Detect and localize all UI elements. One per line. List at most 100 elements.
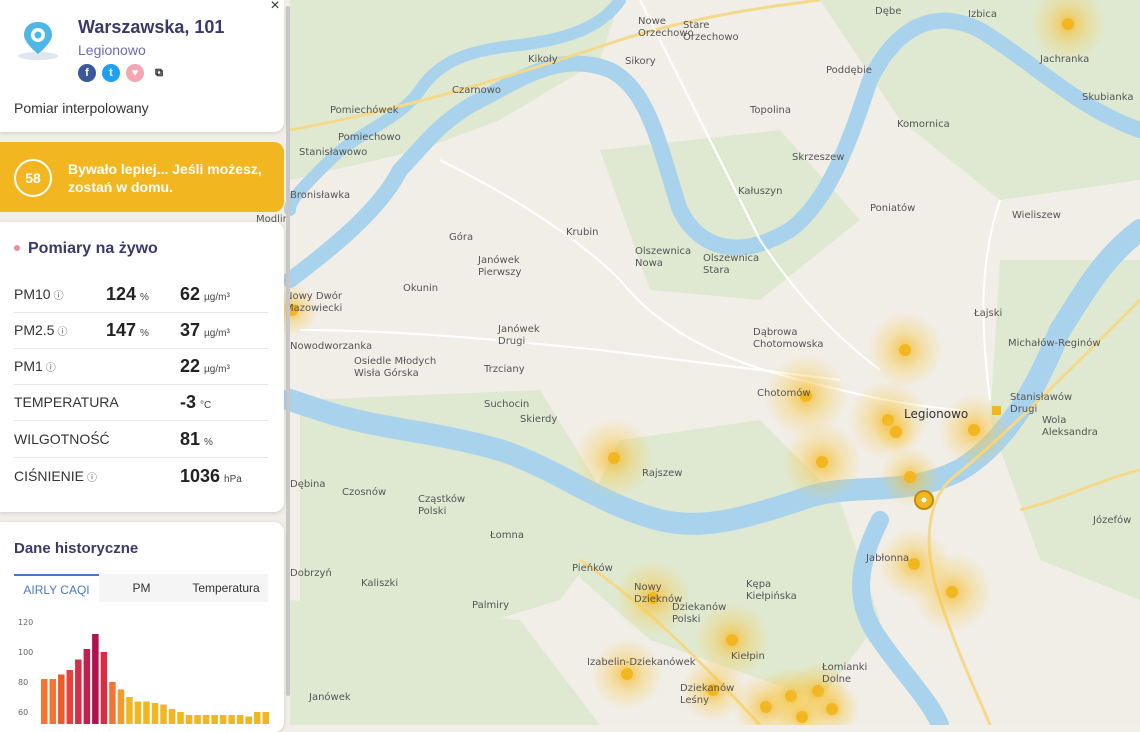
value-number: 62: [180, 284, 201, 304]
measurement-label-text: TEMPERATURA: [14, 394, 119, 410]
measurement-label-text: PM1: [14, 358, 43, 374]
chart-bar[interactable]: [134, 701, 142, 725]
location-title: Warszawska, 101: [78, 17, 225, 37]
value-unit: µg/m³: [204, 364, 230, 375]
sensor-marker: [904, 471, 916, 483]
chart-bar[interactable]: [58, 674, 65, 725]
sensor-marker: [726, 634, 738, 646]
y-tick-label: 100: [18, 648, 33, 657]
tab-temperatura[interactable]: Temperatura: [184, 574, 268, 602]
sidebar: Warszawska, 101 Legionowo f t ♥ ⧉ Pomiar…: [0, 0, 284, 732]
live-title-text: Pomiary na żywo: [28, 240, 158, 257]
chart-bar[interactable]: [92, 634, 99, 724]
selected-location-marker[interactable]: [914, 490, 934, 510]
map-place-label: Góra: [449, 231, 473, 243]
measurement-row: WILGOTNOŚĆ 81%: [14, 421, 268, 458]
chart-bar[interactable]: [168, 709, 176, 724]
location-card: Warszawska, 101 Legionowo f t ♥ ⧉ Pomiar…: [0, 0, 284, 132]
history-tabs: AIRLY CAQI PM Temperatura: [14, 574, 268, 604]
caqi-badge: 58: [14, 159, 52, 197]
measurement-label: TEMPERATURA: [14, 394, 119, 410]
map-place-label: Kałuszyn: [738, 186, 782, 197]
chart-bar[interactable]: [109, 682, 116, 724]
facebook-icon[interactable]: f: [78, 64, 96, 82]
chart-bar[interactable]: [160, 704, 167, 725]
sensor-marker: [1062, 18, 1074, 30]
map-place-label: Janówek: [308, 691, 351, 703]
measurement-percent: 124%: [106, 284, 149, 305]
chart-bar[interactable]: [126, 697, 133, 724]
map-place-label: Czosnów: [342, 486, 386, 498]
live-title: Pomiary na żywo: [14, 240, 158, 258]
map-place-label: Stanisławowo: [299, 147, 367, 158]
chart-bar[interactable]: [143, 701, 150, 725]
chart-bar[interactable]: [100, 652, 108, 724]
caqi-message: Bywało lepiej... Jeśli możesz, zostań w …: [68, 161, 262, 195]
chart-bar[interactable]: [41, 679, 48, 724]
chart-bar[interactable]: [83, 649, 91, 724]
measurement-label-text: PM10: [14, 286, 51, 302]
chart-bar[interactable]: [185, 715, 193, 724]
map-place-label: Izbica: [968, 9, 997, 20]
chart-bar[interactable]: [151, 703, 159, 724]
help-icon[interactable]: ⓘ: [46, 363, 56, 374]
map-place-label: Skierdy: [520, 414, 557, 425]
map-place-label: Nowodworzanka: [290, 341, 372, 352]
measurement-row: PM1 ⓘ 22 µg/m³: [14, 348, 268, 385]
help-icon[interactable]: ⓘ: [57, 327, 67, 338]
chart-bar[interactable]: [202, 715, 210, 724]
help-icon[interactable]: ⓘ: [54, 291, 64, 302]
chart-bar[interactable]: [245, 716, 252, 725]
map-place-label: Topolina: [749, 105, 791, 116]
measurement-row: PM2.5 ⓘ 147% 37 µg/m³: [14, 312, 268, 349]
chart-bar[interactable]: [66, 670, 74, 724]
y-tick-label: 60: [18, 708, 28, 717]
sensor-marker: [826, 703, 838, 715]
twitter-icon[interactable]: t: [102, 64, 120, 82]
map-place-label: Dębina: [290, 479, 325, 490]
map-place-label: Izabelin-Dziekanówek: [587, 656, 696, 668]
measurement-value: 62 µg/m³: [180, 284, 230, 305]
measurement-label: CIŚNIENIE ⓘ: [14, 468, 97, 484]
history-card: Dane historyczne AIRLY CAQI PM Temperatu…: [0, 522, 284, 732]
measurement-label-text: WILGOTNOŚĆ: [14, 431, 110, 447]
value-unit: hPa: [224, 474, 242, 485]
chart-bar[interactable]: [75, 659, 82, 725]
map-place-label: Pomiechowo: [338, 132, 401, 143]
chart-bar[interactable]: [211, 715, 218, 724]
value-number: 37: [180, 320, 201, 340]
copy-icon[interactable]: ⧉: [150, 64, 168, 82]
sensor-marker: [608, 452, 620, 464]
chart-bar[interactable]: [228, 715, 235, 724]
value-number: -3: [180, 392, 197, 412]
measurement-percent: 147%: [106, 320, 149, 341]
close-button[interactable]: ×: [266, 0, 284, 14]
live-measurements-card: Pomiary na żywo PM10 ⓘ 124% 62 µg/m³ PM2.5 ⓘ 14…: [0, 222, 284, 512]
measurement-label-text: CIŚNIENIE: [14, 468, 85, 484]
measurement-note: Pomiar interpolowany: [14, 100, 149, 116]
sidebar-scrollbar[interactable]: [286, 6, 290, 696]
chart-bar[interactable]: [49, 679, 57, 724]
value-unit: %: [204, 437, 213, 448]
tab-pm[interactable]: PM: [99, 574, 184, 602]
chart-bar[interactable]: [253, 712, 261, 724]
sensor-marker: [946, 586, 958, 598]
value-unit: µg/m³: [204, 292, 230, 303]
map-place-label: Łajski: [973, 308, 1002, 319]
chart-bar[interactable]: [194, 715, 201, 724]
measurement-label: WILGOTNOŚĆ: [14, 431, 110, 447]
chart-bar[interactable]: [262, 712, 269, 724]
value-number: 1036: [180, 466, 221, 486]
chart-bar[interactable]: [117, 689, 125, 725]
heart-icon[interactable]: ♥: [126, 64, 144, 82]
chart-bar[interactable]: [236, 715, 244, 724]
chart-bar[interactable]: [219, 715, 227, 724]
measurement-row: CIŚNIENIE ⓘ 1036 hPa: [14, 458, 268, 494]
measurement-label: PM10 ⓘ: [14, 286, 64, 302]
map-place-label: Poddębie: [826, 65, 872, 76]
percent-value: 147: [106, 320, 137, 340]
help-icon[interactable]: ⓘ: [87, 473, 97, 484]
tab-airly-caqi[interactable]: AIRLY CAQI: [14, 574, 99, 604]
chart-bar[interactable]: [177, 712, 184, 724]
live-dot-icon: [14, 245, 20, 251]
